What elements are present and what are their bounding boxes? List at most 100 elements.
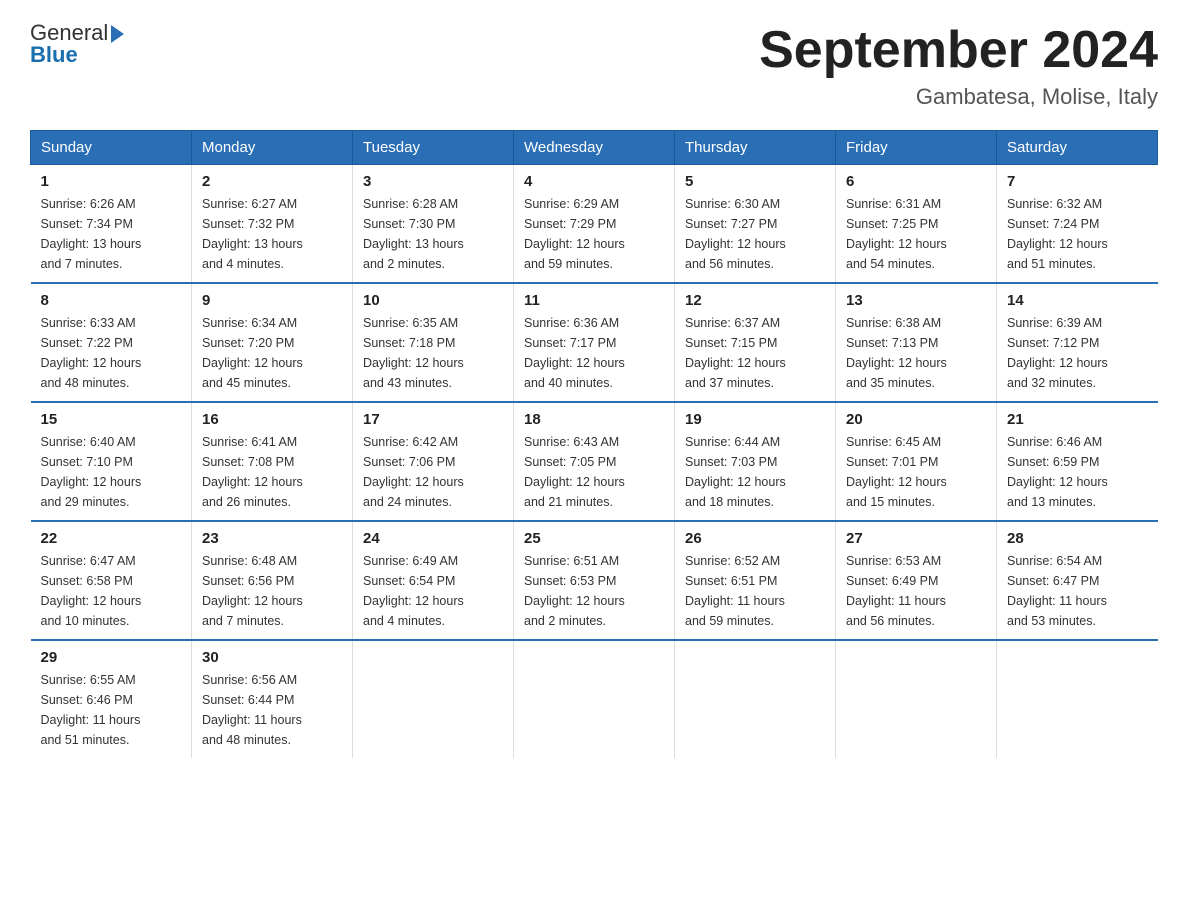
- day-info: Sunrise: 6:37 AM Sunset: 7:15 PM Dayligh…: [685, 313, 825, 393]
- calendar-week-row: 1 Sunrise: 6:26 AM Sunset: 7:34 PM Dayli…: [31, 165, 1158, 284]
- calendar-day-cell: 10 Sunrise: 6:35 AM Sunset: 7:18 PM Dayl…: [353, 283, 514, 402]
- calendar-day-cell: 30 Sunrise: 6:56 AM Sunset: 6:44 PM Dayl…: [192, 640, 353, 758]
- day-number: 2: [202, 173, 342, 190]
- day-number: 19: [685, 411, 825, 428]
- calendar-day-cell: 16 Sunrise: 6:41 AM Sunset: 7:08 PM Dayl…: [192, 402, 353, 521]
- calendar-week-row: 8 Sunrise: 6:33 AM Sunset: 7:22 PM Dayli…: [31, 283, 1158, 402]
- day-number: 29: [41, 649, 182, 666]
- day-number: 7: [1007, 173, 1148, 190]
- day-info: Sunrise: 6:29 AM Sunset: 7:29 PM Dayligh…: [524, 194, 664, 274]
- calendar-day-cell: 25 Sunrise: 6:51 AM Sunset: 6:53 PM Dayl…: [514, 521, 675, 640]
- calendar-day-cell: [514, 640, 675, 758]
- calendar-header: SundayMondayTuesdayWednesdayThursdayFrid…: [31, 131, 1158, 165]
- day-of-week-header: Sunday: [31, 131, 192, 165]
- day-of-week-header: Tuesday: [353, 131, 514, 165]
- calendar-day-cell: 27 Sunrise: 6:53 AM Sunset: 6:49 PM Dayl…: [836, 521, 997, 640]
- day-info: Sunrise: 6:44 AM Sunset: 7:03 PM Dayligh…: [685, 432, 825, 512]
- calendar-day-cell: 23 Sunrise: 6:48 AM Sunset: 6:56 PM Dayl…: [192, 521, 353, 640]
- day-info: Sunrise: 6:33 AM Sunset: 7:22 PM Dayligh…: [41, 313, 182, 393]
- day-info: Sunrise: 6:53 AM Sunset: 6:49 PM Dayligh…: [846, 551, 986, 631]
- day-number: 30: [202, 649, 342, 666]
- day-info: Sunrise: 6:35 AM Sunset: 7:18 PM Dayligh…: [363, 313, 503, 393]
- day-number: 21: [1007, 411, 1148, 428]
- day-info: Sunrise: 6:46 AM Sunset: 6:59 PM Dayligh…: [1007, 432, 1148, 512]
- day-number: 8: [41, 292, 182, 309]
- calendar-day-cell: 2 Sunrise: 6:27 AM Sunset: 7:32 PM Dayli…: [192, 165, 353, 284]
- calendar-day-cell: 7 Sunrise: 6:32 AM Sunset: 7:24 PM Dayli…: [997, 165, 1158, 284]
- day-number: 3: [363, 173, 503, 190]
- day-info: Sunrise: 6:42 AM Sunset: 7:06 PM Dayligh…: [363, 432, 503, 512]
- day-info: Sunrise: 6:38 AM Sunset: 7:13 PM Dayligh…: [846, 313, 986, 393]
- day-info: Sunrise: 6:30 AM Sunset: 7:27 PM Dayligh…: [685, 194, 825, 274]
- calendar-week-row: 15 Sunrise: 6:40 AM Sunset: 7:10 PM Dayl…: [31, 402, 1158, 521]
- day-number: 24: [363, 530, 503, 547]
- day-number: 17: [363, 411, 503, 428]
- day-number: 12: [685, 292, 825, 309]
- calendar-day-cell: 6 Sunrise: 6:31 AM Sunset: 7:25 PM Dayli…: [836, 165, 997, 284]
- day-of-week-header: Thursday: [675, 131, 836, 165]
- calendar-week-row: 22 Sunrise: 6:47 AM Sunset: 6:58 PM Dayl…: [31, 521, 1158, 640]
- day-number: 14: [1007, 292, 1148, 309]
- day-number: 4: [524, 173, 664, 190]
- day-info: Sunrise: 6:39 AM Sunset: 7:12 PM Dayligh…: [1007, 313, 1148, 393]
- day-number: 25: [524, 530, 664, 547]
- day-number: 11: [524, 292, 664, 309]
- logo-blue: Blue: [30, 42, 124, 68]
- calendar-day-cell: 24 Sunrise: 6:49 AM Sunset: 6:54 PM Dayl…: [353, 521, 514, 640]
- calendar-day-cell: 18 Sunrise: 6:43 AM Sunset: 7:05 PM Dayl…: [514, 402, 675, 521]
- day-info: Sunrise: 6:36 AM Sunset: 7:17 PM Dayligh…: [524, 313, 664, 393]
- calendar-day-cell: 28 Sunrise: 6:54 AM Sunset: 6:47 PM Dayl…: [997, 521, 1158, 640]
- day-of-week-header: Friday: [836, 131, 997, 165]
- day-info: Sunrise: 6:45 AM Sunset: 7:01 PM Dayligh…: [846, 432, 986, 512]
- calendar-day-cell: 17 Sunrise: 6:42 AM Sunset: 7:06 PM Dayl…: [353, 402, 514, 521]
- day-number: 13: [846, 292, 986, 309]
- calendar-day-cell: 19 Sunrise: 6:44 AM Sunset: 7:03 PM Dayl…: [675, 402, 836, 521]
- calendar-day-cell: 1 Sunrise: 6:26 AM Sunset: 7:34 PM Dayli…: [31, 165, 192, 284]
- day-info: Sunrise: 6:34 AM Sunset: 7:20 PM Dayligh…: [202, 313, 342, 393]
- day-info: Sunrise: 6:48 AM Sunset: 6:56 PM Dayligh…: [202, 551, 342, 631]
- day-number: 18: [524, 411, 664, 428]
- calendar-day-cell: 12 Sunrise: 6:37 AM Sunset: 7:15 PM Dayl…: [675, 283, 836, 402]
- calendar-day-cell: 15 Sunrise: 6:40 AM Sunset: 7:10 PM Dayl…: [31, 402, 192, 521]
- day-number: 16: [202, 411, 342, 428]
- day-info: Sunrise: 6:47 AM Sunset: 6:58 PM Dayligh…: [41, 551, 182, 631]
- header: General Blue September 2024 Gambatesa, M…: [30, 20, 1158, 110]
- calendar-day-cell: [675, 640, 836, 758]
- day-info: Sunrise: 6:32 AM Sunset: 7:24 PM Dayligh…: [1007, 194, 1148, 274]
- day-info: Sunrise: 6:56 AM Sunset: 6:44 PM Dayligh…: [202, 670, 342, 750]
- day-info: Sunrise: 6:31 AM Sunset: 7:25 PM Dayligh…: [846, 194, 986, 274]
- day-of-week-header: Monday: [192, 131, 353, 165]
- calendar-day-cell: 11 Sunrise: 6:36 AM Sunset: 7:17 PM Dayl…: [514, 283, 675, 402]
- logo: General Blue: [30, 20, 124, 68]
- day-info: Sunrise: 6:26 AM Sunset: 7:34 PM Dayligh…: [41, 194, 182, 274]
- month-title: September 2024: [759, 20, 1158, 80]
- calendar-day-cell: 14 Sunrise: 6:39 AM Sunset: 7:12 PM Dayl…: [997, 283, 1158, 402]
- calendar-day-cell: 13 Sunrise: 6:38 AM Sunset: 7:13 PM Dayl…: [836, 283, 997, 402]
- calendar-day-cell: 29 Sunrise: 6:55 AM Sunset: 6:46 PM Dayl…: [31, 640, 192, 758]
- calendar-week-row: 29 Sunrise: 6:55 AM Sunset: 6:46 PM Dayl…: [31, 640, 1158, 758]
- calendar-day-cell: [836, 640, 997, 758]
- logo-triangle-icon: [111, 25, 124, 43]
- location-title: Gambatesa, Molise, Italy: [759, 84, 1158, 110]
- calendar-day-cell: 3 Sunrise: 6:28 AM Sunset: 7:30 PM Dayli…: [353, 165, 514, 284]
- day-number: 15: [41, 411, 182, 428]
- day-of-week-header: Wednesday: [514, 131, 675, 165]
- day-number: 26: [685, 530, 825, 547]
- day-info: Sunrise: 6:28 AM Sunset: 7:30 PM Dayligh…: [363, 194, 503, 274]
- day-info: Sunrise: 6:27 AM Sunset: 7:32 PM Dayligh…: [202, 194, 342, 274]
- day-number: 20: [846, 411, 986, 428]
- day-number: 23: [202, 530, 342, 547]
- day-info: Sunrise: 6:40 AM Sunset: 7:10 PM Dayligh…: [41, 432, 182, 512]
- calendar-day-cell: [353, 640, 514, 758]
- day-info: Sunrise: 6:51 AM Sunset: 6:53 PM Dayligh…: [524, 551, 664, 631]
- day-number: 1: [41, 173, 182, 190]
- day-number: 9: [202, 292, 342, 309]
- day-number: 5: [685, 173, 825, 190]
- calendar-day-cell: 22 Sunrise: 6:47 AM Sunset: 6:58 PM Dayl…: [31, 521, 192, 640]
- calendar-day-cell: 26 Sunrise: 6:52 AM Sunset: 6:51 PM Dayl…: [675, 521, 836, 640]
- day-info: Sunrise: 6:49 AM Sunset: 6:54 PM Dayligh…: [363, 551, 503, 631]
- calendar-day-cell: 21 Sunrise: 6:46 AM Sunset: 6:59 PM Dayl…: [997, 402, 1158, 521]
- day-number: 22: [41, 530, 182, 547]
- title-area: September 2024 Gambatesa, Molise, Italy: [759, 20, 1158, 110]
- calendar-day-cell: 9 Sunrise: 6:34 AM Sunset: 7:20 PM Dayli…: [192, 283, 353, 402]
